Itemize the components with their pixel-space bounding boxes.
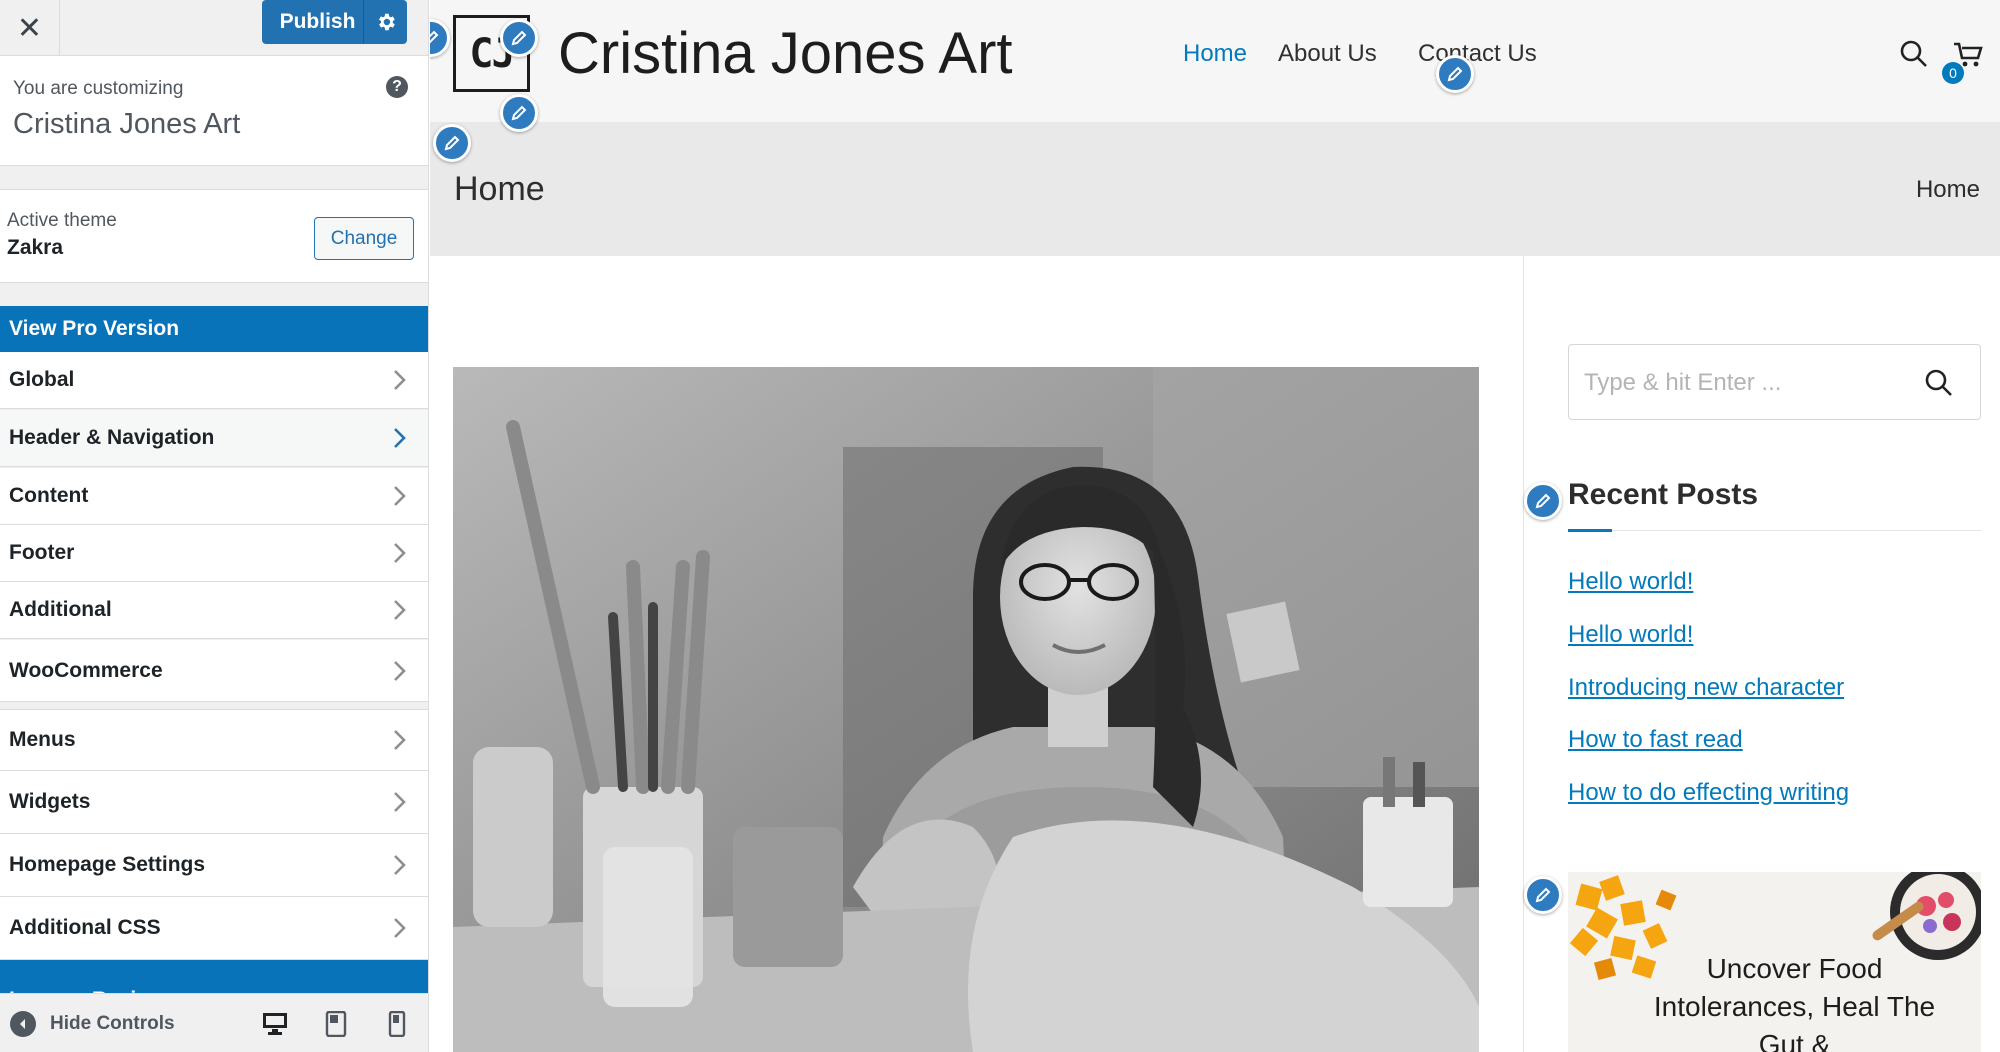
active-theme-name: Zakra xyxy=(7,236,64,259)
publish-button[interactable]: Publish xyxy=(262,0,363,44)
pencil-icon xyxy=(444,135,460,151)
chevron-right-icon xyxy=(394,486,406,506)
hide-controls-button[interactable]: Hide Controls xyxy=(10,994,175,1052)
publish-settings-button[interactable] xyxy=(363,0,407,44)
recent-post-link[interactable]: Hello world! xyxy=(1568,568,1693,596)
recent-posts-accent xyxy=(1568,529,1612,532)
page-header: Home Home xyxy=(430,122,2000,256)
pencil-icon xyxy=(1447,66,1463,82)
panel-label: Homepage Settings xyxy=(9,853,206,876)
page-title: Home xyxy=(454,170,545,208)
panel-label: Menus xyxy=(9,728,76,751)
preview-mobile-button[interactable] xyxy=(382,1010,412,1038)
nav-contact-us[interactable]: Contact Us xyxy=(1418,40,1537,68)
edit-shortcut-recent-posts[interactable] xyxy=(1524,482,1562,520)
chevron-right-icon xyxy=(394,660,406,681)
customizing-label: You are customizing xyxy=(13,78,184,99)
change-theme-button[interactable]: Change xyxy=(314,217,414,260)
panel-label: WooCommerce xyxy=(9,658,163,682)
chevron-right-icon xyxy=(394,730,406,750)
panel-label: Footer xyxy=(9,541,75,564)
edit-shortcut-page-header[interactable] xyxy=(433,124,471,162)
desktop-icon xyxy=(263,1013,287,1035)
site-preview: CJ Cristina Jones Art Home About Us Cont… xyxy=(430,0,2000,1052)
customizer-sidebar: ✕ Publish You are customizing Cristina J… xyxy=(0,0,429,1052)
edit-shortcut-promo-banner[interactable] xyxy=(1524,876,1562,914)
recent-post-link[interactable]: Introducing new character xyxy=(1568,674,1844,702)
collapse-arrow-icon xyxy=(10,1010,36,1037)
content-sidebar-divider xyxy=(1523,256,1524,1052)
cart-count-badge: 0 xyxy=(1942,62,1964,84)
chevron-right-icon xyxy=(394,855,406,875)
panel-menus[interactable]: Menus xyxy=(0,709,428,771)
recent-post-link[interactable]: How to do effecting writing xyxy=(1568,779,1849,807)
publish-button-group: Publish xyxy=(262,0,407,44)
nav-home[interactable]: Home xyxy=(1183,40,1247,68)
mobile-icon xyxy=(388,1011,406,1037)
pencil-icon xyxy=(511,30,527,46)
sidebar-search-box xyxy=(1568,344,1981,420)
promo-text: Uncover Food Intolerances, Heal The Gut … xyxy=(1653,953,1936,1052)
pencil-icon xyxy=(430,30,439,44)
search-icon[interactable] xyxy=(1923,367,1955,399)
site-title[interactable]: Cristina Jones Art xyxy=(558,20,1013,87)
sidebar-promo-banner[interactable]: Uncover Food Intolerances, Heal The Gut … xyxy=(1568,872,1981,1052)
customizer-header: ✕ Publish xyxy=(0,0,428,56)
panel-global[interactable]: Global xyxy=(0,352,428,409)
nav-about-us[interactable]: About Us xyxy=(1278,40,1377,68)
panel-label: Additional CSS xyxy=(9,916,161,939)
chevron-right-icon xyxy=(394,428,406,448)
chevron-right-icon xyxy=(394,918,406,938)
recent-posts-title: Recent Posts xyxy=(1568,478,1759,511)
hide-controls-label: Hide Controls xyxy=(50,1012,175,1034)
chevron-right-icon xyxy=(394,543,406,563)
panel-label: Global xyxy=(9,368,75,391)
close-customizer-button[interactable]: ✕ xyxy=(0,0,60,56)
pencil-icon xyxy=(1535,887,1551,903)
panel-label: Widgets xyxy=(9,790,91,813)
edit-shortcut-site-title[interactable] xyxy=(500,94,538,132)
panel-label: Content xyxy=(9,484,89,507)
panel-homepage-settings[interactable]: Homepage Settings xyxy=(0,834,428,897)
customizing-info: You are customizing Cristina Jones Art ? xyxy=(0,56,428,166)
pencil-icon xyxy=(511,105,527,121)
edit-shortcut-site-identity[interactable] xyxy=(500,19,538,57)
preview-tablet-button[interactable] xyxy=(321,1010,351,1038)
panel-additional-css[interactable]: Additional CSS xyxy=(0,897,428,960)
sidebar-search-input[interactable] xyxy=(1584,363,1904,403)
recent-post-link[interactable]: Hello world! xyxy=(1568,621,1693,649)
chevron-right-icon xyxy=(394,600,406,620)
panel-woocommerce[interactable]: WooCommerce xyxy=(0,640,428,702)
help-icon[interactable]: ? xyxy=(386,76,408,98)
panel-header-navigation[interactable]: Header & Navigation xyxy=(0,410,428,467)
preview-desktop-button[interactable] xyxy=(260,1010,290,1038)
edit-shortcut-navigation[interactable] xyxy=(1436,55,1474,93)
customizer-footer: Hide Controls xyxy=(0,993,428,1052)
tablet-icon xyxy=(325,1011,347,1037)
panel-widgets[interactable]: Widgets xyxy=(0,771,428,834)
pencil-icon xyxy=(1535,493,1551,509)
active-theme-label: Active theme xyxy=(7,210,117,231)
panel-footer[interactable]: Footer xyxy=(0,525,428,582)
chevron-right-icon xyxy=(394,370,406,390)
panel-label: Additional xyxy=(9,598,112,621)
site-header: CJ Cristina Jones Art Home About Us Cont… xyxy=(430,0,2000,122)
close-icon: ✕ xyxy=(16,11,43,45)
featured-image xyxy=(453,367,1479,1052)
recent-post-link[interactable]: How to fast read xyxy=(1568,726,1743,754)
customizing-site-name: Cristina Jones Art xyxy=(13,108,241,140)
view-pro-version-link[interactable]: View Pro Version xyxy=(0,306,428,352)
recent-posts-divider xyxy=(1568,530,1981,531)
active-theme-section: Active theme Zakra Change xyxy=(0,189,428,283)
panel-additional[interactable]: Additional xyxy=(0,582,428,639)
panel-label: Header & Navigation xyxy=(9,426,215,449)
search-icon[interactable] xyxy=(1898,38,1930,70)
chevron-right-icon xyxy=(394,792,406,812)
gear-icon xyxy=(378,13,395,31)
panel-content[interactable]: Content xyxy=(0,468,428,525)
breadcrumb: Home xyxy=(1915,176,1980,203)
